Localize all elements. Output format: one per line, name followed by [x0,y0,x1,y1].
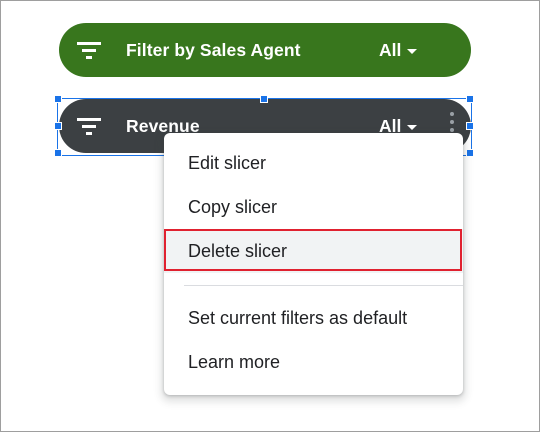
resize-handle-middle-left[interactable] [54,122,62,130]
resize-handle-top-right[interactable] [466,95,474,103]
menu-divider [184,285,463,286]
filter-list-icon [77,118,101,135]
menu-item-copy-slicer[interactable]: Copy slicer [164,185,463,229]
slicer-value-label: All [379,40,402,60]
slicer-value-dropdown[interactable]: All [379,23,418,77]
caret-down-icon [407,124,418,130]
slicer-filter-by-sales-agent[interactable]: Filter by Sales Agent All [59,23,471,77]
caret-down-icon [407,48,418,54]
menu-item-edit-slicer[interactable]: Edit slicer [164,141,463,185]
slicer-title: Filter by Sales Agent [126,40,301,60]
slicer-context-menu: Edit slicer Copy slicer Delete slicer Se… [164,133,463,395]
menu-item-learn-more[interactable]: Learn more [164,340,463,384]
resize-handle-top-center[interactable] [260,95,268,103]
resize-handle-top-left[interactable] [54,95,62,103]
menu-item-delete-slicer[interactable]: Delete slicer [164,229,463,273]
filter-list-icon [77,42,101,59]
resize-handle-bottom-left[interactable] [54,149,62,157]
menu-item-set-current-filters-as-default[interactable]: Set current filters as default [164,296,463,340]
resize-handle-middle-right[interactable] [466,122,474,130]
resize-handle-bottom-right[interactable] [466,149,474,157]
